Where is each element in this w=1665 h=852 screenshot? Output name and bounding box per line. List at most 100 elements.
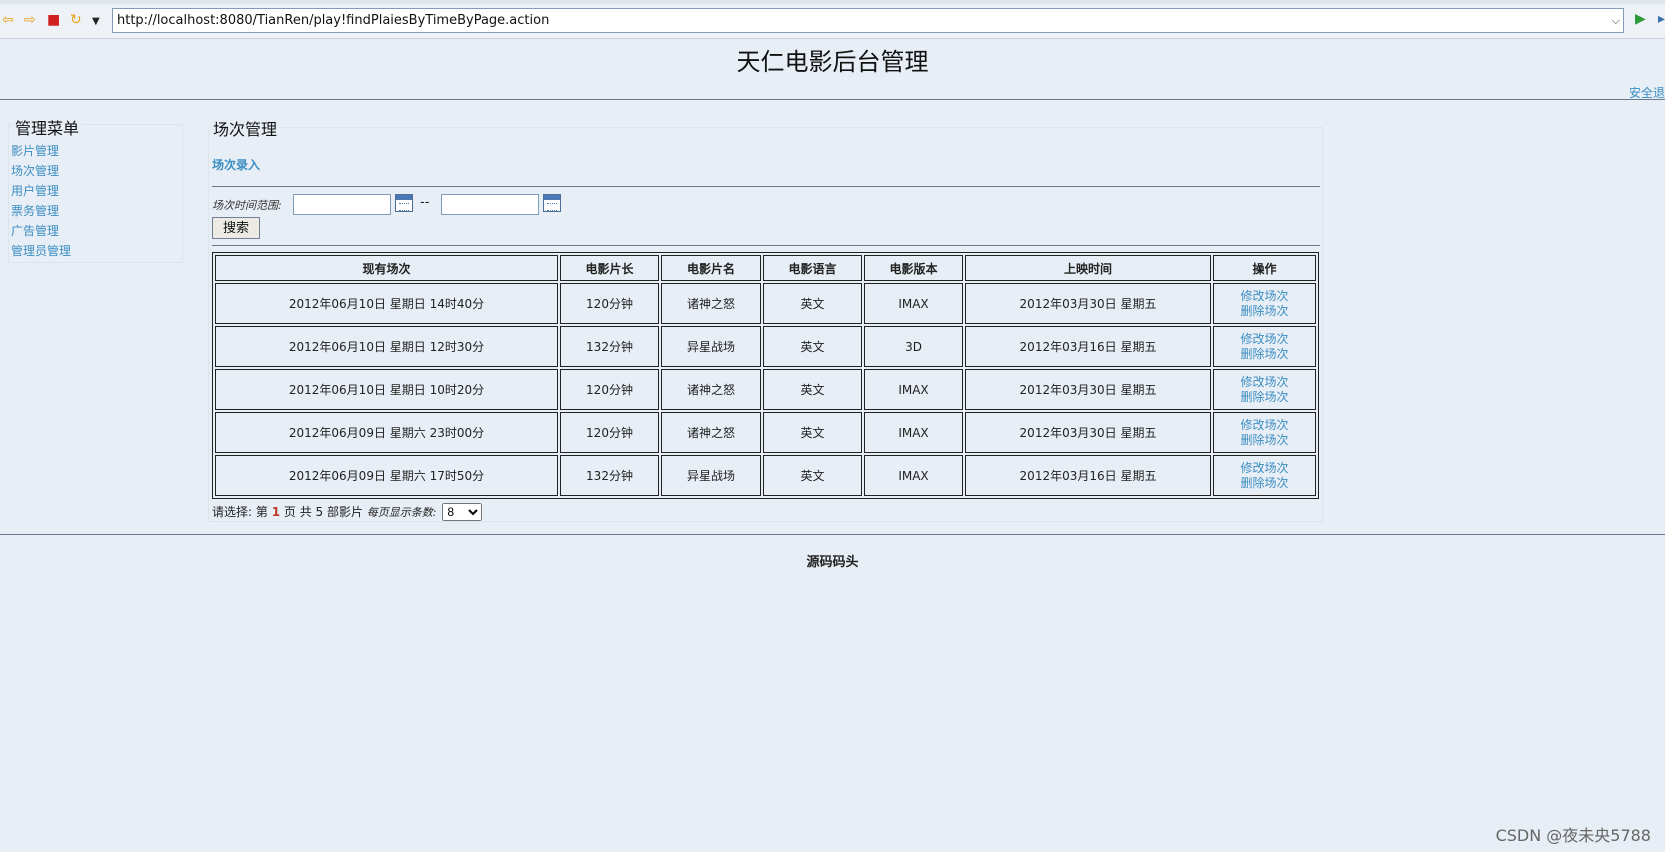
table-row: 2012年06月09日 星期六 23时00分 120分钟 诸神之怒 英文 IMA… [215, 412, 1316, 453]
toolbar-more-icon[interactable]: ▸ [1658, 11, 1665, 27]
cell-actions: 修改场次 删除场次 [1213, 412, 1316, 453]
table-header-row: 现有场次 电影片长 电影片名 电影语言 电影版本 上映时间 操作 [215, 255, 1316, 281]
cell-actions: 修改场次 删除场次 [1213, 283, 1316, 324]
cell-release: 2012年03月16日 星期五 [965, 326, 1211, 367]
cell-session: 2012年06月10日 星期日 12时30分 [215, 326, 558, 367]
cell-version: IMAX [864, 369, 963, 410]
column-header: 电影片名 [661, 255, 761, 281]
sidebar-item-movies[interactable]: 影片管理 [11, 144, 59, 158]
edit-session-link[interactable]: 修改场次 [1215, 332, 1314, 347]
edit-session-link[interactable]: 修改场次 [1215, 418, 1314, 433]
section-title: 场次管理 [211, 116, 280, 140]
cell-name: 诸神之怒 [661, 283, 761, 324]
edit-session-link[interactable]: 修改场次 [1215, 461, 1314, 476]
cell-length: 120分钟 [560, 412, 659, 453]
column-header: 电影语言 [763, 255, 862, 281]
cell-release: 2012年03月30日 星期五 [965, 412, 1211, 453]
cell-name: 异星战场 [661, 455, 761, 496]
header-divider [0, 99, 1665, 100]
end-calendar-icon[interactable] [543, 194, 561, 212]
column-header: 上映时间 [965, 255, 1211, 281]
cell-length: 120分钟 [560, 283, 659, 324]
sessions-table: 现有场次 电影片长 电影片名 电影语言 电影版本 上映时间 操作 2012年06… [212, 252, 1319, 499]
cell-session: 2012年06月10日 星期日 10时20分 [215, 369, 558, 410]
column-header: 电影版本 [864, 255, 963, 281]
watermark: CSDN @夜未央5788 [1495, 826, 1651, 845]
range-separator: -- [420, 195, 430, 210]
refresh-icon[interactable]: ↻ [70, 12, 82, 28]
search-button[interactable]: 搜索 [212, 217, 260, 239]
sidebar-item-sessions[interactable]: 场次管理 [11, 164, 59, 178]
cell-length: 132分钟 [560, 455, 659, 496]
column-header: 操作 [1213, 255, 1316, 281]
address-bar[interactable]: http://localhost:8080/TianRen/play!findP… [112, 8, 1624, 33]
sidebar-item-tickets[interactable]: 票务管理 [11, 204, 59, 218]
add-session-link[interactable]: 场次录入 [212, 156, 260, 173]
table-row: 2012年06月10日 星期日 10时20分 120分钟 诸神之怒 英文 IMA… [215, 369, 1316, 410]
delete-session-link[interactable]: 删除场次 [1215, 304, 1314, 319]
sidebar-list: 影片管理 场次管理 用户管理 票务管理 广告管理 管理员管理 [11, 141, 71, 261]
cell-language: 英文 [763, 455, 862, 496]
start-calendar-icon[interactable] [395, 194, 413, 212]
cell-actions: 修改场次 删除场次 [1213, 455, 1316, 496]
cell-release: 2012年03月16日 星期五 [965, 455, 1211, 496]
cell-language: 英文 [763, 412, 862, 453]
go-icon[interactable]: ▶ [1635, 11, 1646, 27]
delete-session-link[interactable]: 删除场次 [1215, 433, 1314, 448]
sidebar-item-admins[interactable]: 管理员管理 [11, 244, 71, 258]
cell-release: 2012年03月30日 星期五 [965, 369, 1211, 410]
pager-prefix: 请选择: 第 [212, 505, 268, 519]
sidebar-menu: 管理菜单 影片管理 场次管理 用户管理 票务管理 广告管理 管理员管理 [8, 115, 183, 263]
column-header: 现有场次 [215, 255, 558, 281]
per-page-select[interactable]: 8 [442, 503, 483, 521]
delete-session-link[interactable]: 删除场次 [1215, 476, 1314, 491]
sidebar-item-ads[interactable]: 广告管理 [11, 224, 59, 238]
cell-version: IMAX [864, 283, 963, 324]
pager-summary: 页 共 5 部影片 [283, 505, 363, 519]
cell-length: 120分钟 [560, 369, 659, 410]
per-page-label: 每页显示条数: [366, 506, 437, 519]
cell-length: 132分钟 [560, 326, 659, 367]
delete-session-link[interactable]: 删除场次 [1215, 390, 1314, 405]
sidebar-item-users[interactable]: 用户管理 [11, 184, 59, 198]
current-page: 1 [271, 505, 281, 519]
cell-version: IMAX [864, 455, 963, 496]
table-row: 2012年06月10日 星期日 12时30分 132分钟 异星战场 英文 3D … [215, 326, 1316, 367]
cell-actions: 修改场次 删除场次 [1213, 326, 1316, 367]
cell-language: 英文 [763, 283, 862, 324]
start-date-input[interactable] [293, 194, 391, 215]
cell-language: 英文 [763, 369, 862, 410]
edit-session-link[interactable]: 修改场次 [1215, 375, 1314, 390]
footer-text: 源码码头 [806, 555, 859, 570]
cell-release: 2012年03月30日 星期五 [965, 283, 1211, 324]
pagination: 请选择: 第 1 页 共 5 部影片 每页显示条数: 8 [212, 503, 483, 522]
stop-icon[interactable]: ■ [47, 12, 60, 28]
cell-session: 2012年06月10日 星期日 14时40分 [215, 283, 558, 324]
cell-session: 2012年06月09日 星期六 23时00分 [215, 412, 558, 453]
edit-session-link[interactable]: 修改场次 [1215, 289, 1314, 304]
divider [212, 186, 1320, 187]
forward-arrow-icon[interactable]: ⇨ [24, 12, 36, 28]
table-row: 2012年06月09日 星期六 17时50分 132分钟 异星战场 英文 IMA… [215, 455, 1316, 496]
cell-actions: 修改场次 删除场次 [1213, 369, 1316, 410]
address-dropdown-icon[interactable]: ⌵ [1612, 9, 1620, 32]
cell-name: 诸神之怒 [661, 412, 761, 453]
cell-version: 3D [864, 326, 963, 367]
address-url: http://localhost:8080/TianRen/play!findP… [117, 13, 550, 28]
table-row: 2012年06月10日 星期日 14时40分 120分钟 诸神之怒 英文 IMA… [215, 283, 1316, 324]
divider [212, 245, 1320, 246]
sidebar-title: 管理菜单 [13, 115, 82, 139]
back-arrow-icon[interactable]: ⇦ [2, 12, 14, 28]
browser-tab-strip [0, 0, 1665, 4]
cell-name: 诸神之怒 [661, 369, 761, 410]
browser-toolbar: ⇦ ⇨ ■ ↻ ▼ http://localhost:8080/TianRen/… [0, 0, 1665, 39]
end-date-input[interactable] [441, 194, 539, 215]
history-dropdown-icon[interactable]: ▼ [92, 14, 100, 30]
footer-divider [0, 534, 1665, 535]
column-header: 电影片长 [560, 255, 659, 281]
delete-session-link[interactable]: 删除场次 [1215, 347, 1314, 362]
main-panel: 场次管理 场次录入 场次时间范围: -- 搜索 现有场次 电影片长 电影片名 电… [208, 116, 1323, 522]
cell-version: IMAX [864, 412, 963, 453]
cell-session: 2012年06月09日 星期六 17时50分 [215, 455, 558, 496]
cell-language: 英文 [763, 326, 862, 367]
